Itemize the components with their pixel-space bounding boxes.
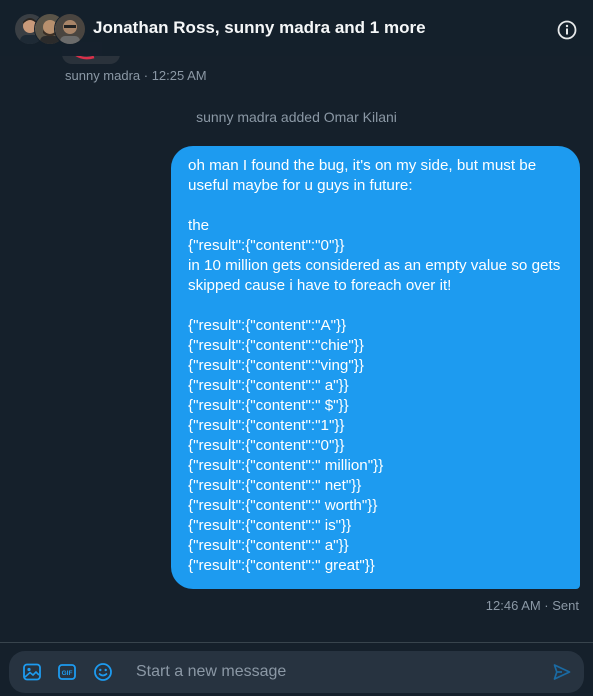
message-line: the <box>188 217 210 234</box>
message-line: {"result":{"content":"0"}} <box>188 237 345 254</box>
system-message: sunny madra added Omar Kilani <box>196 109 397 125</box>
message-line: {"result":{"content":" million"}} <box>188 457 384 474</box>
gif-icon[interactable]: GIF <box>57 662 77 682</box>
message-line: {"result":{"content":" great"}} <box>188 557 375 574</box>
message-line: {"result":{"content":"chie"}} <box>188 337 364 354</box>
message-line: useful maybe for u guys in future: <box>188 177 413 194</box>
image-icon[interactable] <box>22 662 42 682</box>
conversation-title: Jonathan Ross, sunny madra and 1 more <box>93 18 426 37</box>
message-line: {"result":{"content":"1"}} <box>188 417 345 434</box>
message-line: oh man I found the bug, it's on my side,… <box>188 157 537 174</box>
message-composer: GIF Start a new message <box>9 651 584 693</box>
emoji-icon[interactable] <box>93 662 113 682</box>
message-line: {"result":{"content":"0"}} <box>188 437 345 454</box>
message-line: {"result":{"content":" a"}} <box>188 537 349 554</box>
message-line: {"result":{"content":" net"}} <box>188 477 362 494</box>
sent-message-meta: 12:46 AM · Sent <box>485 598 579 613</box>
message-line: {"result":{"content":"ving"}} <box>188 357 364 374</box>
message-line: {"result":{"content":" worth"}} <box>188 497 378 514</box>
dm-conversation: Jonathan Ross, sunny madra and 1 more su… <box>0 0 593 696</box>
message-line: {"result":{"content":"A"}} <box>188 317 347 334</box>
message-line: {"result":{"content":" is"}} <box>188 517 352 534</box>
message-line: in 10 million gets considered as an empt… <box>188 257 561 274</box>
sent-message-bubble[interactable]: oh man I found the bug, it's on my side,… <box>171 146 580 589</box>
message-line: skipped cause i have to foreach over it! <box>188 277 452 294</box>
composer-bar: GIF Start a new message <box>0 642 593 696</box>
message-line: {"result":{"content":" a"}} <box>188 377 349 394</box>
conversation-header: Jonathan Ross, sunny madra and 1 more <box>0 0 593 56</box>
message-line: {"result":{"content":" $"}} <box>188 397 349 414</box>
svg-text:GIF: GIF <box>62 670 73 677</box>
send-icon[interactable] <box>552 662 572 682</box>
group-avatars[interactable] <box>14 13 86 45</box>
info-icon[interactable] <box>556 19 578 41</box>
avatar <box>54 13 86 45</box>
previous-message-meta: sunny madra · 12:25 AM <box>65 68 207 83</box>
message-input[interactable]: Start a new message <box>136 663 286 681</box>
